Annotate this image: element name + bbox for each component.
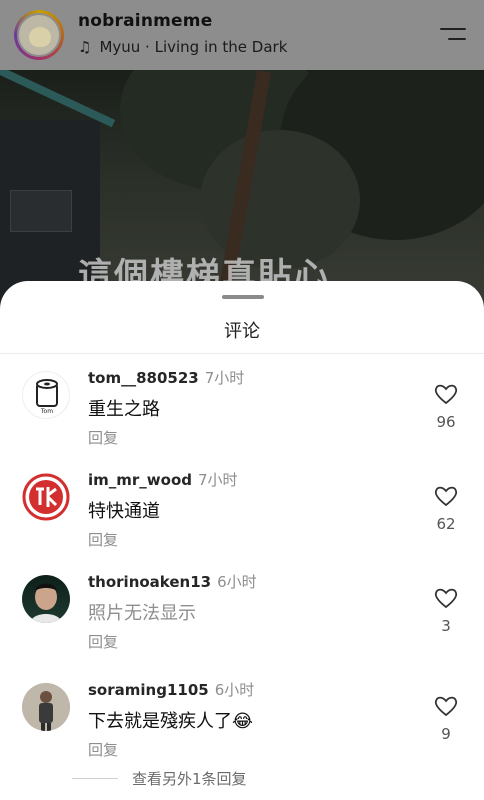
commenter-avatar[interactable] [22, 575, 70, 623]
comment-username[interactable]: tom__880523 [88, 369, 199, 387]
comment-text: 下去就是殘疾人了😂 [88, 711, 254, 732]
comments-sheet: 评论 Tom tom__880523 7小时 重生之路 回复 96 im_mr_… [0, 281, 484, 800]
person-photo-icon [30, 583, 62, 623]
commenter-avatar[interactable] [22, 683, 70, 731]
comment-time: 6小时 [214, 681, 255, 699]
comment-time: 7小时 [198, 471, 238, 489]
comment-item: Tom tom__880523 7小时 重生之路 回复 96 [0, 367, 484, 467]
comment-username[interactable]: soraming1105 [88, 681, 209, 699]
comment-item: thorinoaken13 6小时 照片无法显示 回复 3 [0, 571, 484, 671]
menu-icon[interactable] [440, 26, 466, 42]
divider [0, 353, 484, 354]
comment-username[interactable]: thorinoaken13 [88, 573, 211, 591]
heart-icon[interactable] [434, 695, 458, 717]
avatar-image [17, 13, 61, 57]
comment-username[interactable]: im_mr_wood [88, 471, 192, 489]
divider [72, 778, 118, 779]
reply-button[interactable]: 回复 [88, 631, 118, 652]
post-header: nobrainmeme ♫ Myuu · Living in the Dark [0, 0, 484, 70]
like-count: 62 [436, 515, 456, 533]
music-note-icon: ♫ [78, 38, 92, 56]
commenter-avatar[interactable] [22, 473, 70, 521]
red-logo-icon [22, 473, 70, 521]
heart-icon[interactable] [434, 383, 458, 405]
comment-text: 重生之路 [88, 399, 160, 420]
view-more-replies[interactable]: 查看另外1条回复 [72, 768, 247, 789]
reply-button[interactable]: 回复 [88, 739, 118, 760]
dog-face-icon [29, 27, 51, 47]
commenter-avatar[interactable]: Tom [22, 371, 70, 419]
reply-button[interactable]: 回复 [88, 427, 118, 448]
music-title: Myuu · Living in the Dark [99, 38, 288, 56]
like-count: 3 [441, 617, 451, 635]
reply-button[interactable]: 回复 [88, 529, 118, 550]
profile-avatar[interactable] [14, 10, 64, 60]
sheet-drag-handle[interactable] [222, 295, 264, 299]
heart-icon[interactable] [434, 587, 458, 609]
sheet-title: 评论 [224, 321, 260, 342]
comment-item: soraming1105 6小时 下去就是殘疾人了😂 回复 9 [0, 679, 484, 779]
comment-time: 7小时 [204, 369, 245, 387]
toilet-paper-icon: Tom [36, 379, 58, 415]
music-info[interactable]: ♫ Myuu · Living in the Dark [78, 38, 287, 56]
svg-text:Tom: Tom [40, 408, 53, 415]
like-count: 9 [441, 725, 451, 743]
comment-time: 6小时 [217, 573, 257, 591]
view-more-replies-label: 查看另外1条回复 [132, 770, 247, 788]
comment-text: 特快通道 [88, 501, 160, 522]
post-username[interactable]: nobrainmeme [78, 11, 212, 31]
like-count: 96 [436, 413, 456, 431]
person-photo-icon [22, 683, 70, 731]
heart-icon[interactable] [434, 485, 458, 507]
comment-text: 照片无法显示 [88, 603, 196, 624]
comment-item: im_mr_wood 7小时 特快通道 回复 62 [0, 469, 484, 569]
